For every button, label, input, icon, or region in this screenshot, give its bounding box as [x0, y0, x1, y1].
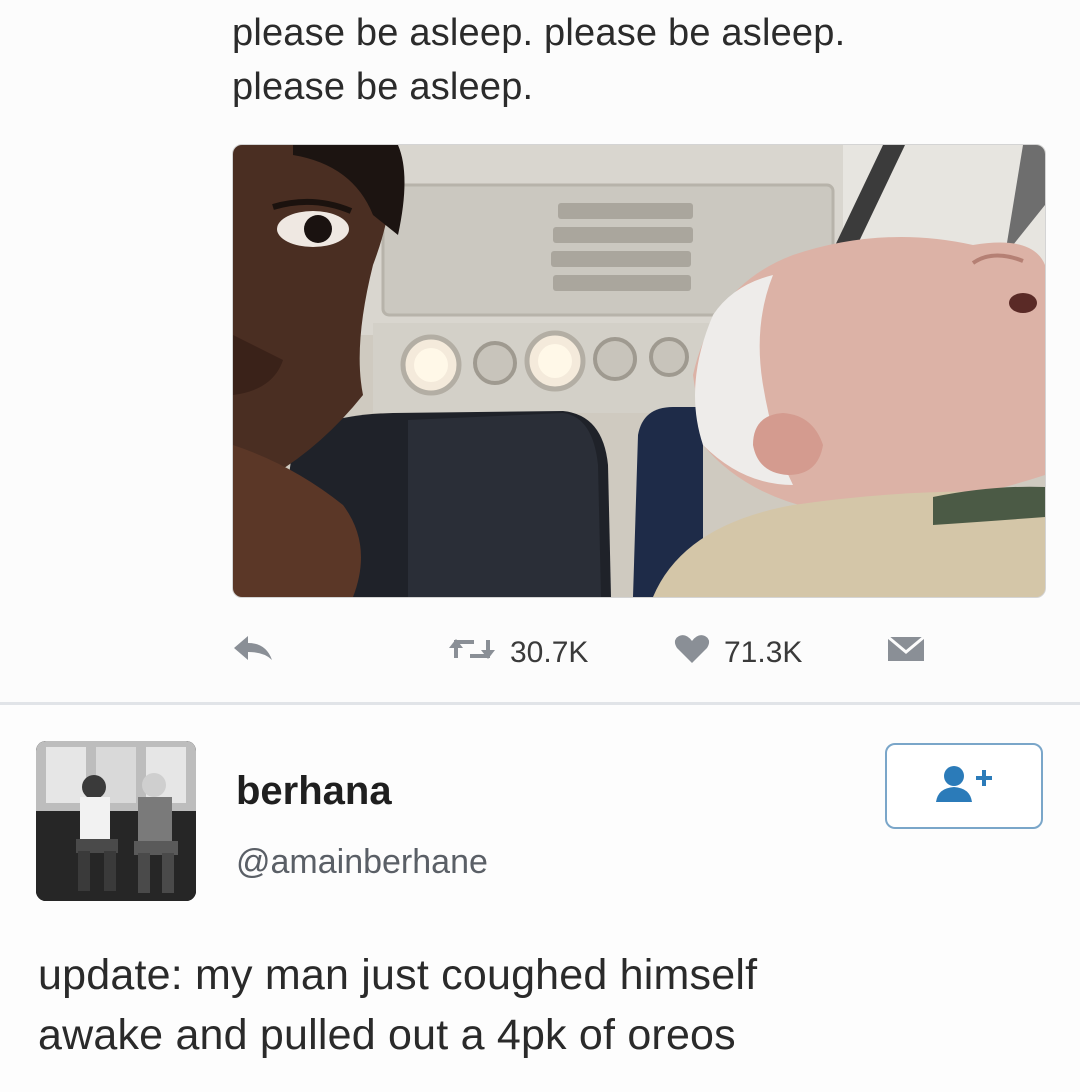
user-handle[interactable]: @amainberhane: [236, 843, 488, 882]
retweet-button[interactable]: 30.7K: [448, 628, 588, 678]
tweet-text: update: my man just coughed himself awak…: [38, 945, 1058, 1065]
heart-icon: [674, 634, 710, 672]
follow-button[interactable]: [885, 743, 1043, 829]
like-button[interactable]: 71.3K: [674, 628, 802, 678]
like-count: 71.3K: [724, 636, 803, 669]
tweet-text-line: update: my man just coughed himself: [38, 951, 758, 999]
tweet-photo[interactable]: [232, 144, 1046, 598]
tweet-previous: please be asleep. please be asleep. plea…: [0, 0, 1080, 702]
retweet-icon: [448, 634, 496, 672]
direct-message-icon: [886, 634, 926, 672]
direct-message-button[interactable]: [886, 628, 926, 678]
tweet-text-line: please be asleep.: [232, 66, 534, 108]
retweet-count: 30.7K: [510, 636, 589, 669]
display-name[interactable]: berhana: [236, 769, 392, 814]
tweet-text: please be asleep. please be asleep. plea…: [232, 6, 1032, 114]
tweet-text-line: awake and pulled out a 4pk of oreos: [38, 1011, 736, 1059]
add-user-icon: [932, 764, 996, 809]
reply-icon: [232, 634, 274, 672]
screenshot-page: please be asleep. please be asleep. plea…: [0, 0, 1080, 1092]
tweet-reply: berhana @amainberhane update: my man jus…: [0, 705, 1080, 1092]
reply-button[interactable]: [232, 628, 274, 678]
tweet-text-line: please be asleep. please be asleep.: [232, 12, 846, 54]
tweet-actions: 30.7K 71.3K: [232, 628, 1044, 678]
avatar[interactable]: [36, 741, 196, 901]
